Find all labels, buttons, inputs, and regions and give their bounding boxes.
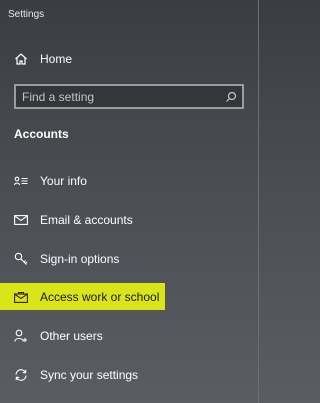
nav-item-other-users[interactable]: Other users: [0, 319, 259, 353]
nav-item-label: Access work or school: [40, 290, 160, 304]
nav-item-sign-in-options[interactable]: Sign-in options: [0, 242, 259, 276]
contact-card-icon: [0, 176, 40, 186]
briefcase-mail-icon: [0, 291, 40, 303]
section-title-accounts: Accounts: [14, 127, 69, 141]
nav-item-label: Sync your settings: [40, 368, 139, 382]
nav-item-access-work-school[interactable]: Access work or school: [0, 280, 259, 314]
nav-item-your-info[interactable]: Your info: [0, 164, 259, 198]
search-box[interactable]: [14, 84, 244, 109]
nav-item-email-accounts[interactable]: Email & accounts: [0, 203, 259, 237]
search-input[interactable]: [16, 89, 220, 104]
search-icon[interactable]: [220, 91, 242, 103]
mail-icon: [0, 215, 40, 225]
nav-item-label: Other users: [40, 329, 103, 343]
settings-window: Settings Home Accounts: [0, 0, 259, 403]
nav-item-label: Your info: [40, 174, 87, 188]
nav-home[interactable]: Home: [0, 42, 259, 76]
nav-item-sync-settings[interactable]: Sync your settings: [0, 358, 259, 392]
window-title: Settings: [8, 9, 45, 20]
nav-item-label: Email & accounts: [40, 213, 133, 227]
sync-icon: [0, 368, 40, 382]
home-icon: [0, 52, 40, 66]
nav-item-label: Sign-in options: [40, 252, 120, 266]
nav-home-label: Home: [40, 52, 73, 66]
person-add-icon: [0, 329, 40, 343]
key-icon: [0, 252, 40, 266]
